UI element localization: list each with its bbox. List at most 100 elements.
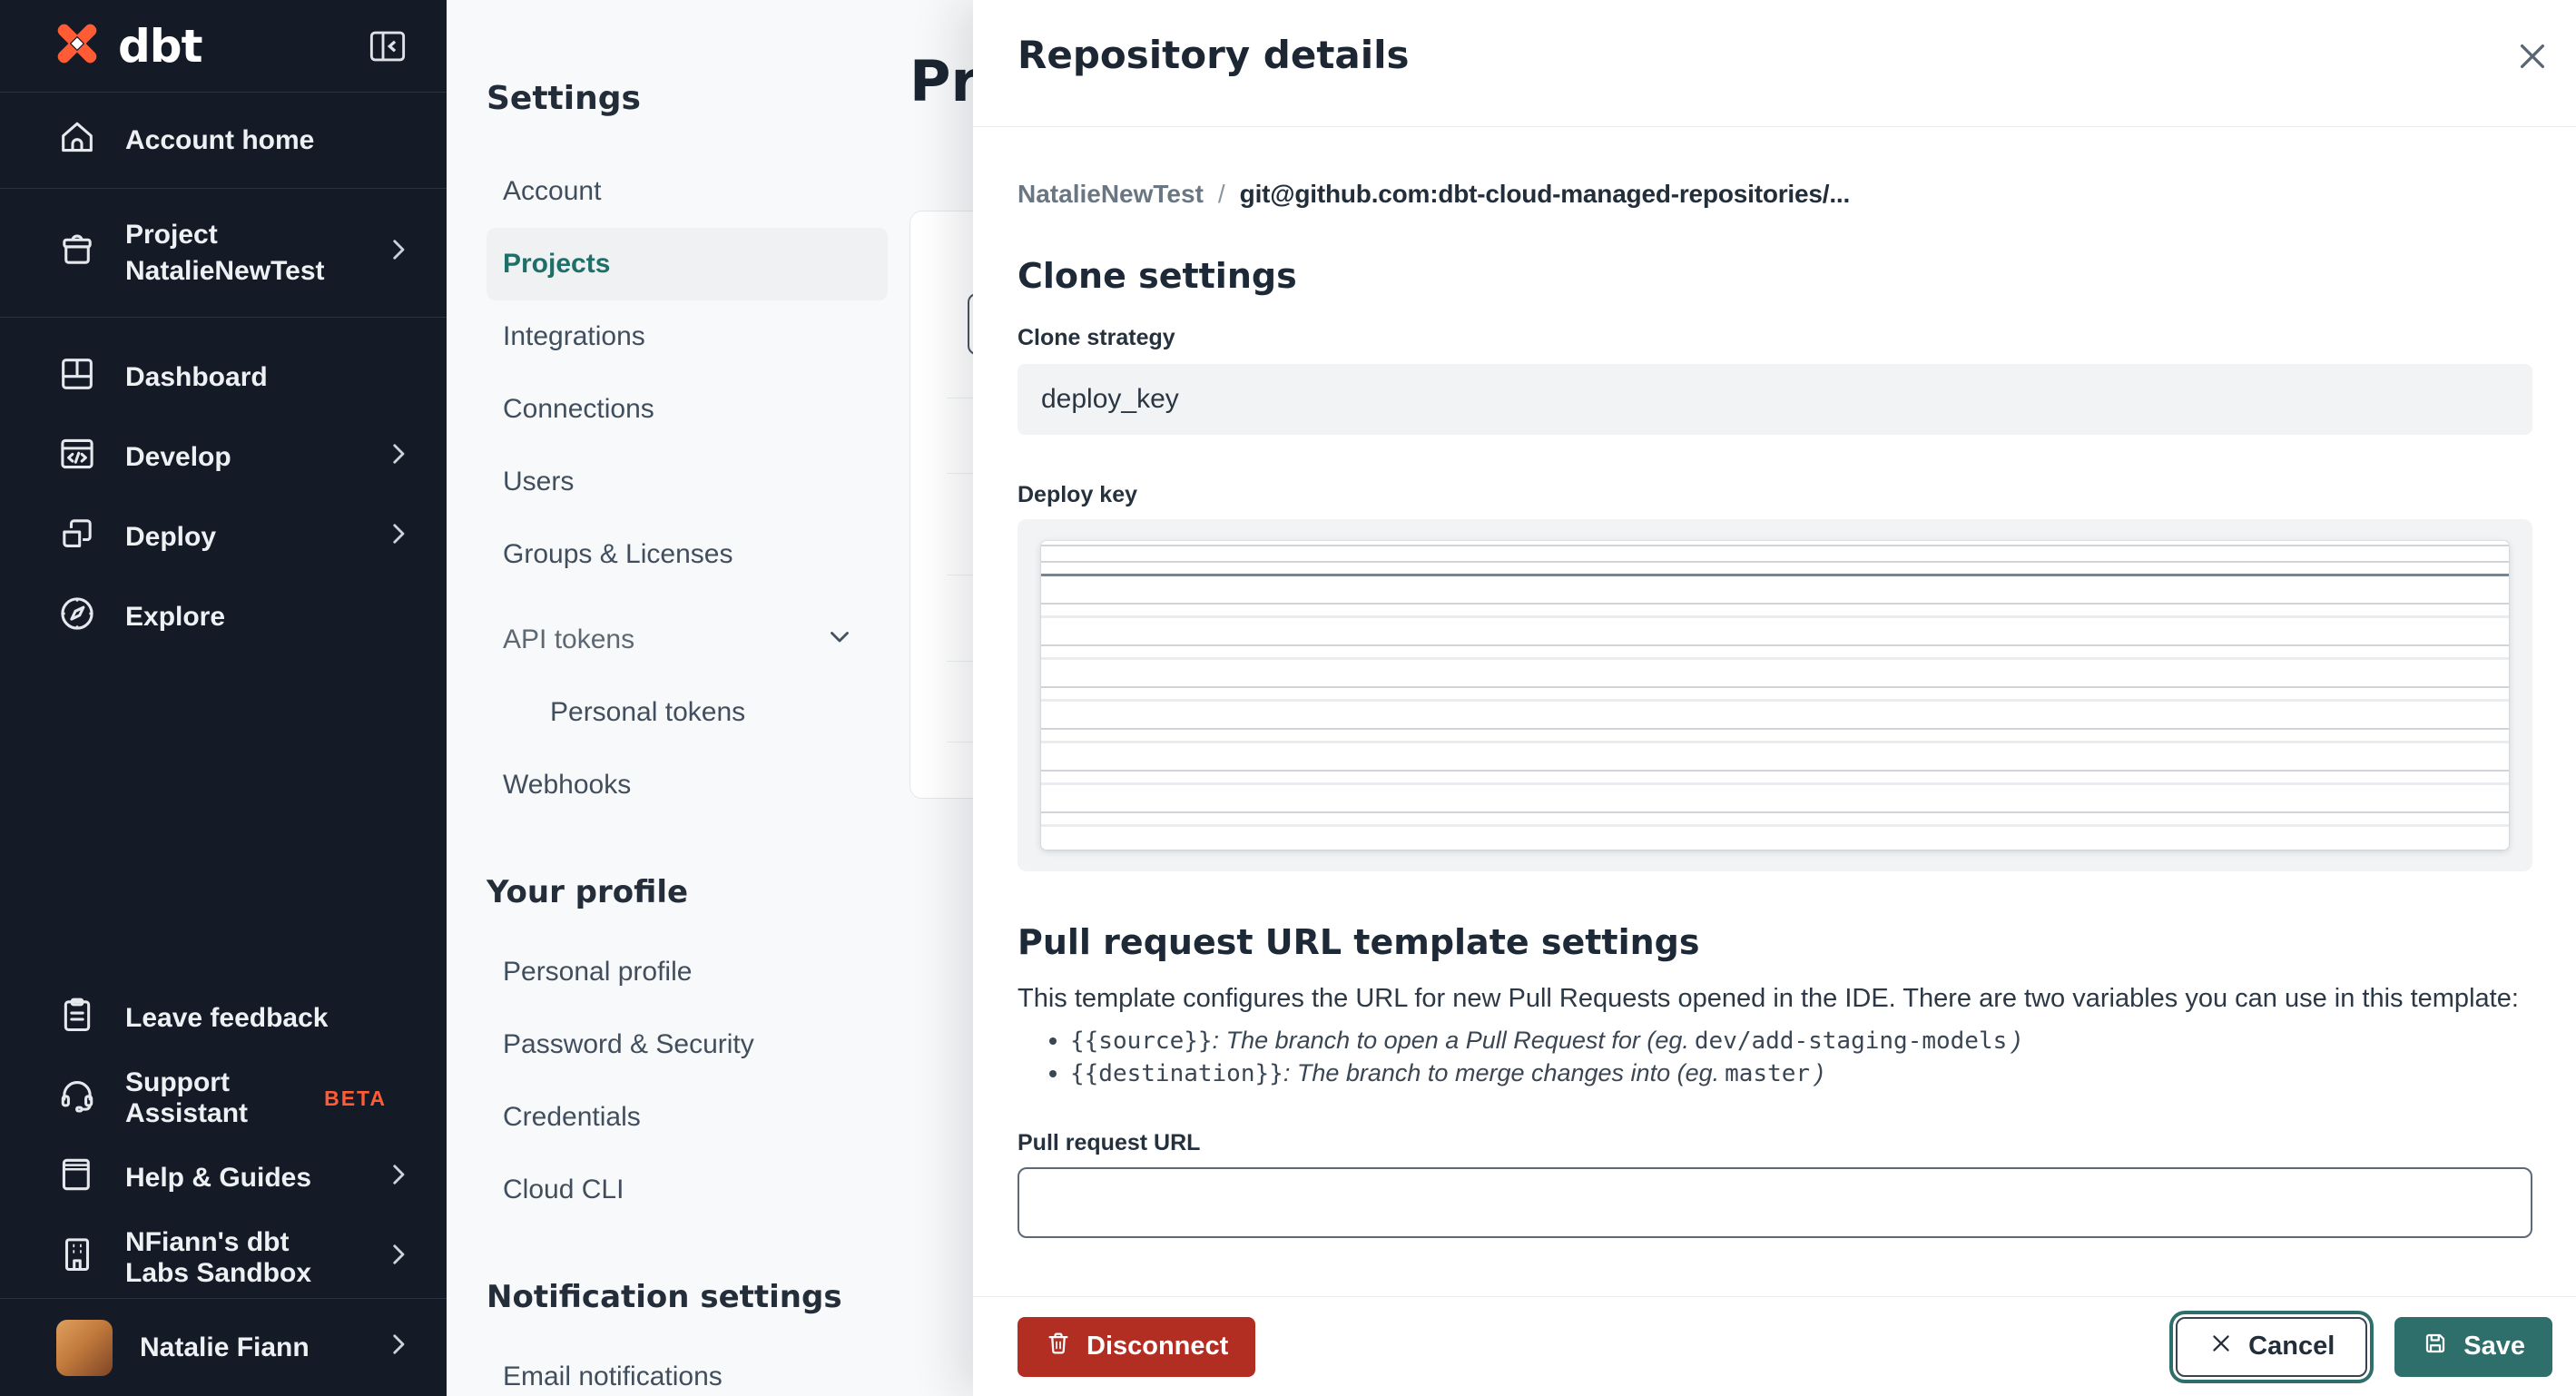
settings-item-users[interactable]: Users bbox=[487, 446, 888, 518]
sidebar-item-label: Dashboard bbox=[125, 362, 268, 392]
sidebar-item-develop[interactable]: Develop bbox=[0, 418, 447, 497]
save-label: Save bbox=[2463, 1332, 2525, 1361]
deploy-key-redacted-content bbox=[1041, 541, 2509, 850]
chevron-right-icon bbox=[383, 438, 414, 477]
notification-settings-heading: Notification settings bbox=[487, 1279, 842, 1315]
chevron-right-icon bbox=[383, 234, 414, 272]
sidebar-footer-group: Leave feedback Support Assistant BETA He… bbox=[0, 978, 447, 1298]
dbt-wordmark: dbt bbox=[118, 19, 202, 73]
sidebar-item-label: Account home bbox=[125, 124, 315, 155]
dbt-logo: dbt bbox=[51, 17, 202, 74]
cancel-label: Cancel bbox=[2248, 1332, 2335, 1361]
headset-icon bbox=[56, 1074, 98, 1123]
sidebar-item-dashboard[interactable]: Dashboard bbox=[0, 338, 447, 418]
breadcrumb-separator: / bbox=[1217, 180, 1225, 208]
cancel-button[interactable]: Cancel bbox=[2176, 1316, 2368, 1377]
settings-item-api-tokens[interactable]: API tokens bbox=[487, 604, 888, 676]
collapse-sidebar-button[interactable] bbox=[367, 25, 408, 67]
settings-item-cloud-cli[interactable]: Cloud CLI bbox=[487, 1154, 888, 1226]
sidebar-header: dbt bbox=[0, 0, 447, 93]
settings-item-account[interactable]: Account bbox=[487, 155, 888, 228]
settings-item-projects[interactable]: Projects bbox=[487, 228, 888, 300]
sidebar-item-deploy[interactable]: Deploy bbox=[0, 497, 447, 577]
notification-list: Email notifications bbox=[487, 1341, 888, 1396]
dbt-logo-icon bbox=[51, 17, 103, 74]
deploy-icon bbox=[56, 513, 98, 562]
sidebar-item-label: Support Assistant bbox=[125, 1067, 249, 1128]
sidebar-user-menu[interactable]: Natalie Fiann bbox=[0, 1298, 447, 1396]
x-icon bbox=[2208, 1331, 2234, 1363]
book-icon bbox=[56, 1154, 98, 1203]
disconnect-button[interactable]: Disconnect bbox=[1018, 1316, 1256, 1377]
user-name: Natalie Fiann bbox=[140, 1332, 310, 1362]
save-button[interactable]: Save bbox=[2394, 1316, 2552, 1377]
project-toolbox-icon bbox=[56, 229, 98, 278]
sidebar-item-label: Deploy bbox=[125, 522, 217, 552]
chevron-right-icon bbox=[383, 1159, 414, 1197]
your-profile-heading: Your profile bbox=[487, 874, 689, 910]
sidebar-item-help-guides[interactable]: Help & Guides bbox=[0, 1138, 447, 1218]
variable-source: {{source}}: The branch to open a Pull Re… bbox=[1070, 1025, 2532, 1057]
settings-item-webhooks[interactable]: Webhooks bbox=[487, 749, 888, 821]
pull-request-url-input[interactable] bbox=[1018, 1167, 2532, 1238]
breadcrumb: NatalieNewTest / git@github.com:dbt-clou… bbox=[1018, 180, 2532, 209]
sidebar-item-label: NFiann's dbt Labs Sandbox bbox=[125, 1227, 312, 1288]
clipboard-icon bbox=[56, 994, 98, 1043]
settings-item-integrations[interactable]: Integrations bbox=[487, 300, 888, 373]
variable-destination: {{destination}}: The branch to merge cha… bbox=[1070, 1057, 2532, 1090]
sidebar-item-leave-feedback[interactable]: Leave feedback bbox=[0, 978, 447, 1058]
settings-nav: Settings Account Projects Integrations C… bbox=[447, 0, 888, 1396]
pr-template-description: This template configures the URL for new… bbox=[1018, 984, 2519, 1013]
settings-item-credentials[interactable]: Credentials bbox=[487, 1081, 888, 1154]
settings-item-password-security[interactable]: Password & Security bbox=[487, 1008, 888, 1081]
pr-template-variables: {{source}}: The branch to open a Pull Re… bbox=[1018, 1025, 2532, 1090]
sidebar-item-label: Help & Guides bbox=[125, 1163, 312, 1193]
sidebar-item-project[interactable]: Project NatalieNewTest bbox=[0, 189, 447, 318]
close-icon[interactable] bbox=[2507, 31, 2558, 82]
breadcrumb-repository: git@github.com:dbt-cloud-managed-reposit… bbox=[1239, 180, 1851, 208]
breadcrumb-project: NatalieNewTest bbox=[1018, 180, 1204, 208]
pr-template-heading: Pull request URL template settings bbox=[1018, 922, 1700, 962]
building-icon bbox=[56, 1234, 98, 1283]
clone-settings-heading: Clone settings bbox=[1018, 256, 1297, 296]
home-icon bbox=[56, 116, 98, 165]
drawer-header: Repository details bbox=[973, 0, 2576, 127]
sidebar-item-explore[interactable]: Explore bbox=[0, 577, 447, 657]
clone-strategy-field: deploy_key bbox=[1018, 364, 2532, 435]
sidebar-item-account-sandbox[interactable]: NFiann's dbt Labs Sandbox bbox=[0, 1218, 447, 1298]
footer-actions: Cancel Save bbox=[2176, 1316, 2552, 1377]
settings-item-personal-profile[interactable]: Personal profile bbox=[487, 936, 888, 1008]
chevron-right-icon bbox=[383, 1239, 414, 1277]
settings-item-personal-tokens[interactable]: Personal tokens bbox=[487, 676, 888, 749]
explore-compass-icon bbox=[56, 593, 98, 642]
settings-item-groups-licenses[interactable]: Groups & Licenses bbox=[487, 518, 888, 591]
settings-item-email-notifications[interactable]: Email notifications bbox=[487, 1341, 888, 1396]
chevron-right-icon bbox=[383, 518, 414, 556]
sidebar-item-label: Develop bbox=[125, 442, 231, 472]
drawer-title: Repository details bbox=[1018, 33, 1410, 77]
pull-request-url-label: Pull request URL bbox=[1018, 1130, 1201, 1155]
primary-sidebar: dbt Account home Project NatalieNewTest … bbox=[0, 0, 447, 1396]
disconnect-label: Disconnect bbox=[1086, 1332, 1229, 1361]
repository-details-drawer: Repository details NatalieNewTest / git@… bbox=[973, 0, 2576, 1396]
develop-icon bbox=[56, 433, 98, 482]
project-name: Project NatalieNewTest bbox=[125, 219, 325, 286]
settings-title: Settings bbox=[487, 80, 641, 117]
dashboard-icon bbox=[56, 353, 98, 402]
chevron-down-icon bbox=[824, 621, 855, 659]
trash-icon bbox=[1045, 1330, 1072, 1364]
sidebar-item-account-home[interactable]: Account home bbox=[0, 93, 447, 189]
sidebar-item-label: Explore bbox=[125, 602, 226, 632]
sidebar-nav-group: Dashboard Develop Deploy Explore bbox=[0, 318, 447, 657]
drawer-body: NatalieNewTest / git@github.com:dbt-clou… bbox=[973, 127, 2576, 1296]
settings-list: Account Projects Integrations Connection… bbox=[487, 155, 888, 821]
deploy-key-field bbox=[1018, 519, 2532, 871]
sidebar-item-support-assistant[interactable]: Support Assistant BETA bbox=[0, 1058, 447, 1138]
chevron-right-icon bbox=[383, 1329, 414, 1367]
drawer-footer: Disconnect Cancel Save bbox=[973, 1296, 2576, 1396]
settings-item-connections[interactable]: Connections bbox=[487, 373, 888, 446]
beta-badge: BETA bbox=[324, 1086, 387, 1110]
save-disk-icon bbox=[2422, 1330, 2449, 1364]
user-avatar bbox=[56, 1319, 113, 1376]
